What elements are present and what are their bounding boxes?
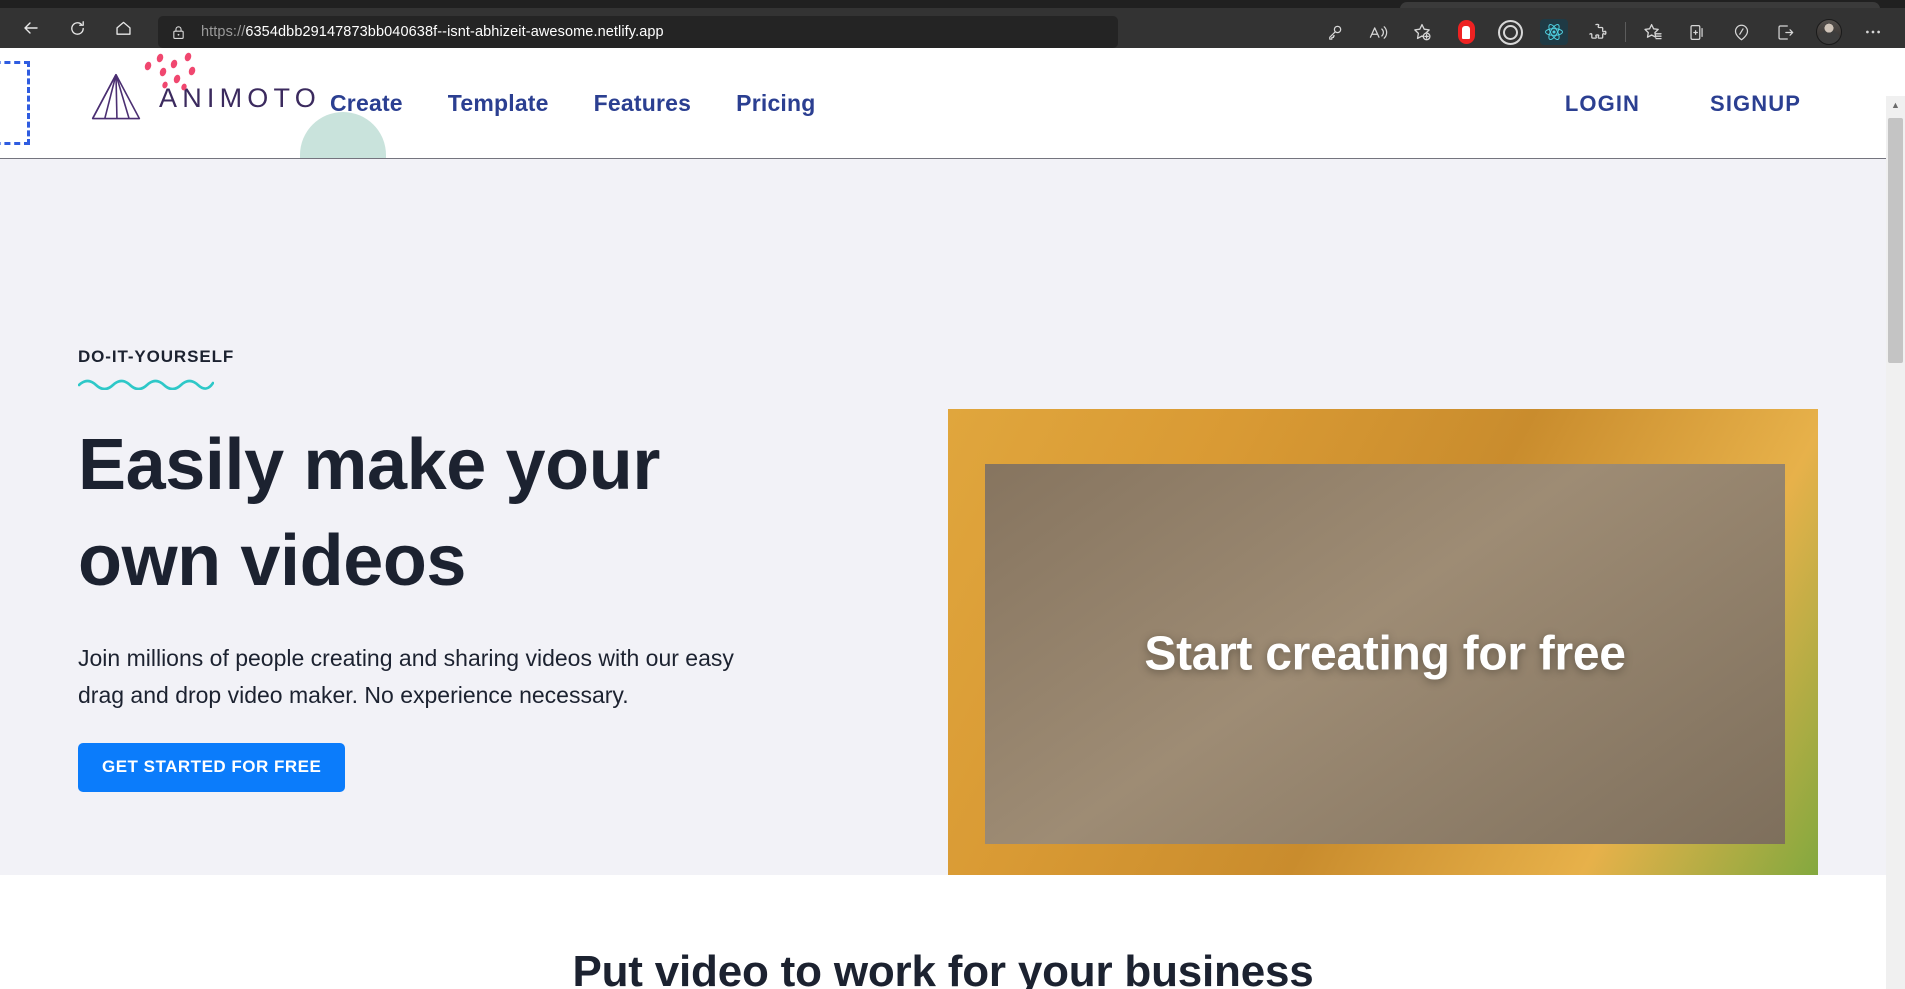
site-header: ANIMOTO Create Template Features Pricing…: [0, 48, 1886, 159]
logo-confetti-dots: [144, 52, 196, 91]
hero-title-line1: Easily make your: [78, 425, 660, 505]
animoto-mark-icon: [91, 73, 141, 120]
signup-link[interactable]: SIGNUP: [1710, 91, 1801, 117]
back-icon[interactable]: [12, 11, 50, 45]
read-aloud-icon[interactable]: [1356, 16, 1400, 48]
url-text: https://6354dbb29147873bb040638f--isnt-a…: [201, 24, 664, 40]
hero-media-caption: Start creating for free: [1144, 627, 1626, 681]
web-page-viewport: ANIMOTO Create Template Features Pricing…: [0, 48, 1905, 989]
add-favorite-icon[interactable]: [1400, 16, 1444, 48]
extension-puzzle-icon[interactable]: [1576, 16, 1620, 48]
scrollbar-up-arrow[interactable]: ▲: [1886, 96, 1905, 114]
reload-icon[interactable]: [58, 11, 96, 45]
settings-more-icon[interactable]: [1851, 16, 1895, 48]
squiggle-underline-icon: [78, 379, 214, 390]
animoto-logo[interactable]: ANIMOTO: [88, 52, 321, 126]
hero-section: DO-IT-YOURSELF Easily make your own video…: [0, 159, 1886, 899]
get-started-button[interactable]: GET STARTED FOR FREE: [78, 743, 346, 793]
hero-copy-block: DO-IT-YOURSELF Easily make your own video…: [78, 347, 798, 793]
favorites-icon[interactable]: [1631, 16, 1675, 48]
extension-target-icon[interactable]: [1488, 16, 1532, 48]
browser-essentials-icon[interactable]: [1719, 16, 1763, 48]
hero-subtitle: Join millions of people creating and sha…: [78, 644, 734, 709]
key-icon[interactable]: [1312, 16, 1356, 48]
address-bar[interactable]: https://6354dbb29147873bb040638f--isnt-a…: [158, 16, 1118, 48]
extension-react-icon[interactable]: [1532, 16, 1576, 48]
url-host: 6354dbb29147873bb040638f--isnt-abhizeit-…: [245, 24, 664, 40]
business-section: Put video to work for your business: [0, 875, 1886, 989]
business-section-title: Put video to work for your business: [572, 947, 1314, 989]
login-link[interactable]: LOGIN: [1565, 91, 1640, 117]
extension-hand-icon[interactable]: [1444, 16, 1488, 48]
hero-eyebrow: DO-IT-YOURSELF: [78, 347, 235, 366]
hero-title: Easily make your own videos: [78, 417, 798, 610]
nav-item-create[interactable]: Create: [330, 90, 403, 117]
browser-actions: [1312, 16, 1895, 48]
page-scrollbar[interactable]: ▲ ▼: [1886, 96, 1905, 989]
hero-media-frame[interactable]: Start creating for free: [948, 409, 1818, 899]
lock-icon[interactable]: [170, 24, 187, 41]
collections-icon[interactable]: [1675, 16, 1719, 48]
main-navigation: Create Template Features Pricing: [330, 48, 816, 159]
keyboard-focus-outline: [0, 61, 30, 145]
url-scheme: https://: [201, 24, 246, 40]
browser-tab-strip: [0, 0, 1905, 10]
browser-toolbar: https://6354dbb29147873bb040638f--isnt-a…: [0, 8, 1905, 48]
hero-title-line2: own videos: [78, 521, 467, 602]
profile-avatar[interactable]: [1807, 16, 1851, 48]
toolbar-divider: [1625, 22, 1626, 42]
auth-navigation: LOGIN SIGNUP: [1565, 48, 1801, 159]
browser-chrome: https://6354dbb29147873bb040638f--isnt-a…: [0, 0, 1905, 48]
nav-item-pricing[interactable]: Pricing: [736, 90, 815, 117]
nav-item-template[interactable]: Template: [448, 90, 549, 117]
nav-item-features[interactable]: Features: [594, 90, 691, 117]
scrollbar-thumb[interactable]: [1888, 118, 1903, 363]
split-screen-icon[interactable]: [1763, 16, 1807, 48]
home-icon[interactable]: [104, 11, 142, 45]
hero-photo: Start creating for free: [985, 464, 1785, 844]
